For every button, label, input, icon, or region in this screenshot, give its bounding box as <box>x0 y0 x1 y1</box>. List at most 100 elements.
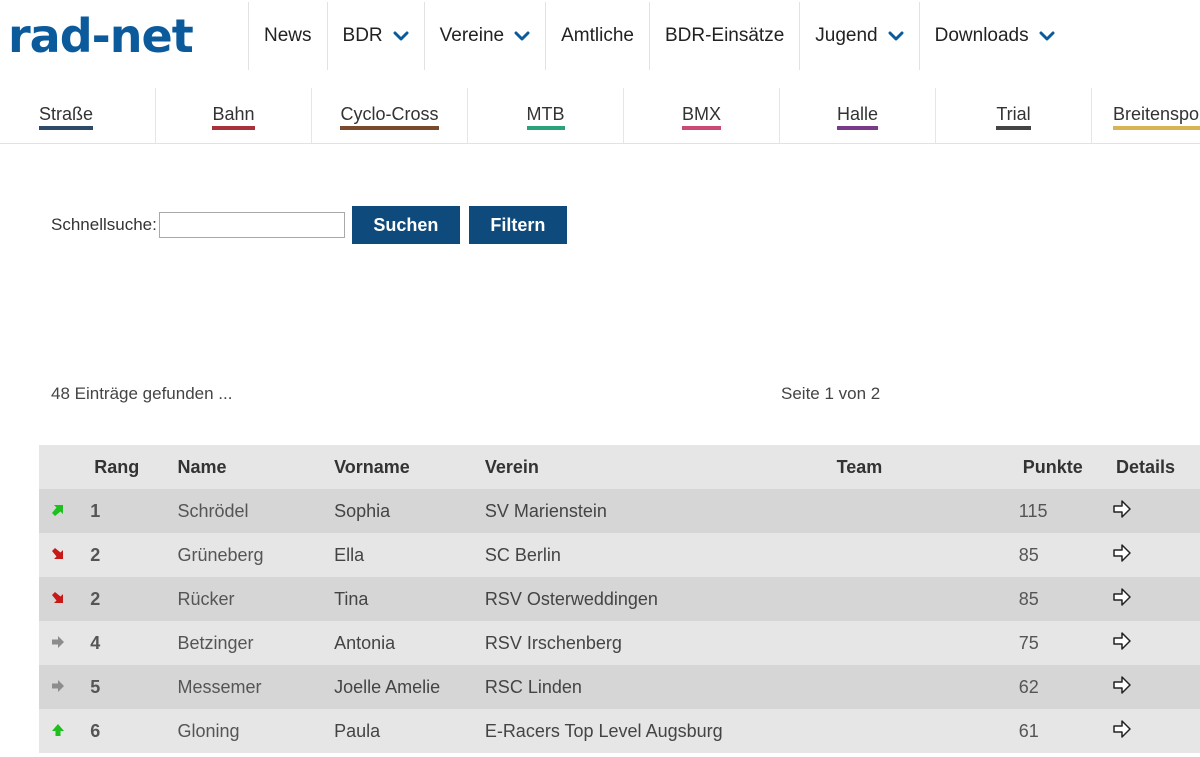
details-arrow-icon[interactable] <box>1112 543 1132 568</box>
details-cell <box>1113 621 1200 665</box>
search-input[interactable] <box>158 212 345 238</box>
table-row: 1 Schrödel Sophia SV Marienstein 115 <box>39 489 1200 533</box>
rad-net-logo[interactable]: rad-net <box>8 4 194 68</box>
search-label: Schnellsuche: <box>51 215 157 234</box>
trend-cell <box>39 665 77 709</box>
results-count: 48 Einträge gefunden ... <box>51 384 233 403</box>
discipline-tab-halle[interactable]: Halle <box>780 88 936 143</box>
details-arrow-icon[interactable] <box>1112 631 1132 656</box>
arrow-down-right-icon <box>51 545 65 566</box>
name-cell: Gloning <box>177 709 335 753</box>
nav-item-label: Jugend <box>815 25 878 46</box>
search-button[interactable]: Suchen <box>351 206 460 244</box>
punkte-cell: 115 <box>1018 489 1117 533</box>
ranking-table: Rang Name Vorname Verein Team Punkte Det… <box>39 445 1200 753</box>
team-cell <box>749 709 1019 753</box>
header-details: Details <box>1116 445 1200 489</box>
chevron-down-icon <box>393 30 409 46</box>
team-cell <box>749 489 1019 533</box>
name-cell: Grüneberg <box>177 533 335 577</box>
filter-button[interactable]: Filtern <box>468 206 567 244</box>
details-cell <box>1113 533 1200 577</box>
details-cell <box>1113 577 1200 621</box>
discipline-label: Straße <box>39 103 94 130</box>
details-arrow-icon[interactable] <box>1112 499 1132 524</box>
discipline-tab-bahn[interactable]: Bahn <box>156 88 312 143</box>
vorname-cell: Paula <box>334 709 485 753</box>
rank-cell: 4 <box>76 621 178 665</box>
punkte-cell: 85 <box>1018 533 1117 577</box>
punkte-cell: 62 <box>1018 665 1117 709</box>
rank-cell: 2 <box>76 577 178 621</box>
rank-cell: 5 <box>76 665 178 709</box>
discipline-tab-bmx[interactable]: BMX <box>624 88 780 143</box>
page-indicator: Seite 1 von 2 <box>781 384 881 403</box>
team-cell <box>749 577 1019 621</box>
discipline-tab-mtb[interactable]: MTB <box>468 88 624 143</box>
arrow-right-icon <box>51 677 65 698</box>
trend-cell <box>39 621 77 665</box>
table-row: 4 Betzinger Antonia RSV Irschenberg 75 <box>39 621 1200 665</box>
discipline-tab-cyclo-cross[interactable]: Cyclo-Cross <box>312 88 468 143</box>
details-arrow-icon[interactable] <box>1112 587 1132 612</box>
discipline-tab-straße[interactable]: Straße <box>0 88 156 143</box>
quick-search: Schnellsuche: Suchen Filtern <box>51 205 567 245</box>
table-row: 2 Grüneberg Ella SC Berlin 85 <box>39 533 1200 577</box>
table-row: 6 Gloning Paula E-Racers Top Level Augsburg… <box>39 709 1200 753</box>
chevron-down-icon <box>1039 30 1055 46</box>
header-rang[interactable]: Rang <box>76 445 178 489</box>
vorname-cell: Tina <box>334 577 485 621</box>
vorname-cell: Joelle Amelie <box>334 665 485 709</box>
arrow-up-icon <box>51 721 65 742</box>
top-navigation: rad-net News BDR Vereine Amtliche BDR-Einsät… <box>0 0 1200 88</box>
trend-cell <box>39 709 77 753</box>
header-vorname[interactable]: Vorname <box>334 445 485 489</box>
vorname-cell: Antonia <box>334 621 485 665</box>
nav-item-label: BDR-Einsätze <box>664 25 785 46</box>
discipline-label: Cyclo-Cross <box>340 103 439 130</box>
verein-cell: SC Berlin <box>484 533 750 577</box>
nav-item-label: News <box>264 25 312 46</box>
name-cell: Betzinger <box>177 621 335 665</box>
discipline-tab-breitensport[interactable]: Breitensport <box>1092 88 1200 143</box>
trend-cell <box>39 533 77 577</box>
nav-item-label: BDR <box>342 25 383 46</box>
header-name[interactable]: Name <box>177 445 335 489</box>
discipline-label: Trial <box>996 103 1031 130</box>
nav-item-amtliche[interactable]: Amtliche <box>545 2 649 70</box>
header-punkte[interactable]: Punkte <box>1018 445 1117 489</box>
discipline-label: Halle <box>836 103 879 130</box>
arrow-down-right-icon <box>51 589 65 610</box>
name-cell: Messemer <box>177 665 335 709</box>
nav-item-label: Vereine <box>439 25 505 46</box>
discipline-label: MTB <box>526 103 565 130</box>
header-team[interactable]: Team <box>749 445 1019 489</box>
table-row: 2 Rücker Tina RSV Osterweddingen 85 <box>39 577 1200 621</box>
details-arrow-icon[interactable] <box>1112 719 1132 744</box>
details-arrow-icon[interactable] <box>1112 675 1132 700</box>
rank-cell: 1 <box>76 489 178 533</box>
verein-cell: E-Racers Top Level Augsburg <box>484 709 750 753</box>
nav-item-jugend[interactable]: Jugend <box>799 2 918 70</box>
discipline-tab-trial[interactable]: Trial <box>936 88 1092 143</box>
chevron-down-icon <box>514 30 530 46</box>
name-cell: Schrödel <box>177 489 335 533</box>
team-cell <box>749 621 1019 665</box>
header-verein[interactable]: Verein <box>484 445 750 489</box>
discipline-label: Breitensport <box>1113 103 1200 130</box>
verein-cell: RSV Irschenberg <box>484 621 750 665</box>
nav-item-vereine[interactable]: Vereine <box>423 2 545 70</box>
nav-item-news[interactable]: News <box>248 2 327 70</box>
details-cell <box>1113 665 1200 709</box>
discipline-menu: Straße Bahn Cyclo-Cross MTB BMX Halle Trial Bre… <box>0 88 1200 144</box>
verein-cell: RSC Linden <box>484 665 750 709</box>
trend-cell <box>39 577 77 621</box>
nav-item-bdr[interactable]: BDR <box>326 2 424 70</box>
nav-item-label: Amtliche <box>561 25 634 46</box>
nav-item-bdr-einsätze[interactable]: BDR-Einsätze <box>648 2 799 70</box>
verein-cell: RSV Osterweddingen <box>484 577 750 621</box>
vorname-cell: Ella <box>334 533 485 577</box>
verein-cell: SV Marienstein <box>484 489 750 533</box>
nav-item-downloads[interactable]: Downloads <box>918 2 1070 70</box>
discipline-label: BMX <box>681 103 721 130</box>
